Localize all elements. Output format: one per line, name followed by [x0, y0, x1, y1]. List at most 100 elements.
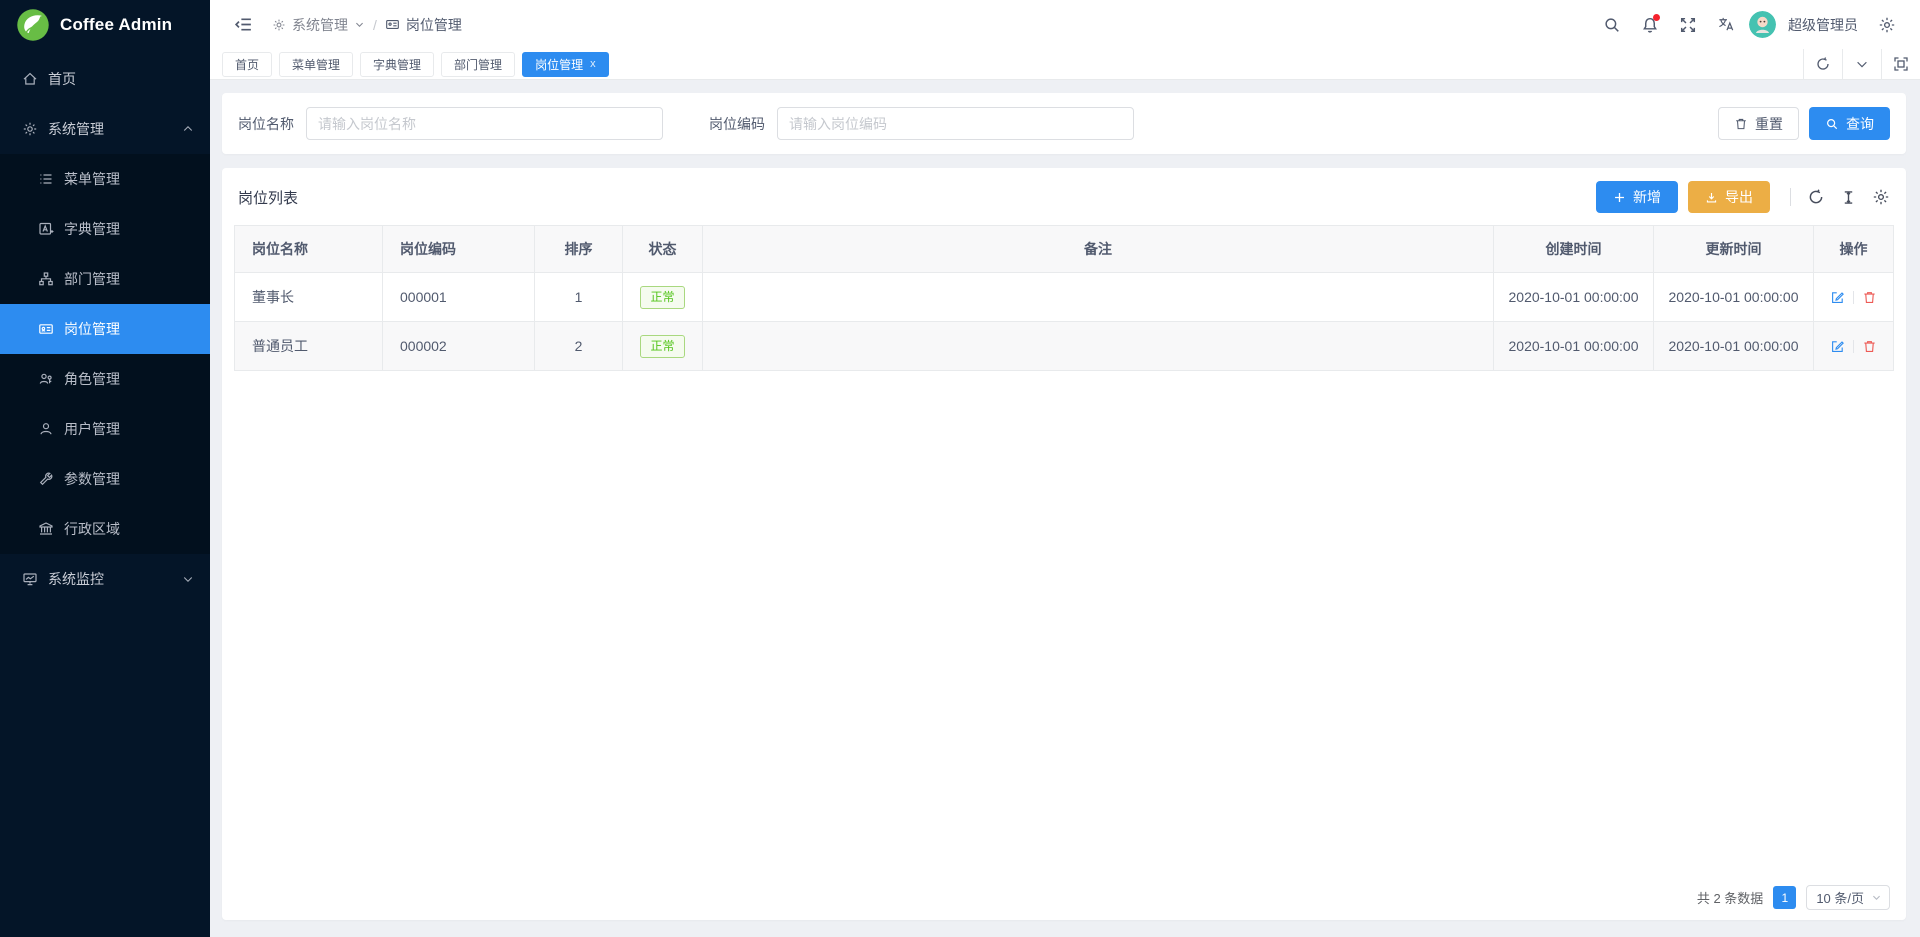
export-button[interactable]: 导出 — [1688, 181, 1770, 213]
tab-dict-management[interactable]: 字典管理 — [360, 52, 434, 77]
app-root: Coffee Admin 首页 系统管理 — [0, 0, 1920, 937]
sidebar-item-label: 首页 — [48, 69, 76, 89]
tabbar: 首页 菜单管理 字典管理 部门管理 岗位管理 x — [210, 49, 1920, 80]
toolbar-divider — [1790, 188, 1791, 206]
column-header-sort[interactable]: 排序 — [535, 226, 623, 273]
post-code-input[interactable] — [777, 107, 1134, 140]
monitor-icon — [22, 571, 38, 587]
sidebar-item-post-management[interactable]: 岗位管理 — [0, 304, 210, 354]
avatar[interactable] — [1749, 11, 1776, 38]
open-tabs: 首页 菜单管理 字典管理 部门管理 岗位管理 x — [222, 52, 1803, 77]
notification-badge — [1653, 14, 1660, 21]
page-size-value: 10 条/页 — [1816, 888, 1864, 907]
breadcrumb-separator: / — [373, 17, 377, 33]
column-header-status[interactable]: 状态 — [623, 226, 703, 273]
sidebar-item-system-monitor[interactable]: 系统监控 — [0, 554, 210, 604]
dictionary-icon — [38, 221, 54, 237]
wrench-icon — [38, 471, 54, 487]
search-icon[interactable] — [1597, 10, 1627, 40]
app-title: Coffee Admin — [60, 15, 172, 35]
sidebar-item-label: 岗位管理 — [64, 319, 120, 339]
org-tree-icon — [38, 271, 54, 287]
cell-post-name: 董事长 — [235, 273, 383, 322]
add-button[interactable]: 新增 — [1596, 181, 1678, 213]
tab-dept-management[interactable]: 部门管理 — [441, 52, 515, 77]
download-icon — [1705, 191, 1718, 204]
home-icon — [22, 71, 38, 87]
chevron-down-icon — [1871, 892, 1882, 903]
sidebar-item-label: 系统监控 — [48, 569, 104, 589]
sidebar-item-user-management[interactable]: 用户管理 — [0, 404, 210, 454]
sidebar-item-dict-management[interactable]: 字典管理 — [0, 204, 210, 254]
sidebar-item-system-management[interactable]: 系统管理 — [0, 104, 210, 154]
delete-icon[interactable] — [1862, 339, 1877, 354]
column-header-updated[interactable]: 更新时间 — [1654, 226, 1814, 273]
search-icon — [1825, 117, 1839, 131]
sidebar-item-admin-region[interactable]: 行政区域 — [0, 504, 210, 554]
tab-menu-management[interactable]: 菜单管理 — [279, 52, 353, 77]
cell-updated: 2020-10-01 00:00:00 — [1654, 273, 1814, 322]
breadcrumb-parent[interactable]: 系统管理 — [272, 15, 365, 35]
fullscreen-icon[interactable] — [1673, 10, 1703, 40]
sidebar-item-param-management[interactable]: 参数管理 — [0, 454, 210, 504]
table-header-row: 岗位名称 岗位编码 排序 状态 备注 创建时间 更新时间 操作 — [235, 226, 1894, 273]
status-badge: 正常 — [640, 335, 684, 358]
content-maximize-icon[interactable] — [1881, 49, 1920, 80]
query-button[interactable]: 查询 — [1809, 107, 1890, 140]
cell-status: 正常 — [623, 322, 703, 371]
tab-post-management[interactable]: 岗位管理 x — [522, 52, 609, 77]
bank-icon — [38, 521, 54, 537]
chevron-down-icon — [354, 19, 365, 30]
page-number-button[interactable]: 1 — [1773, 886, 1796, 909]
sidebar-item-home[interactable]: 首页 — [0, 54, 210, 104]
refresh-tab-icon[interactable] — [1803, 49, 1842, 80]
search-form-card: 岗位名称 岗位编码 重置 — [222, 93, 1906, 154]
table-wrapper: 岗位名称 岗位编码 排序 状态 备注 创建时间 更新时间 操作 — [222, 225, 1906, 371]
id-badge-icon — [385, 17, 400, 32]
post-name-input[interactable] — [306, 107, 663, 140]
edit-icon[interactable] — [1830, 339, 1845, 354]
sidebar-item-label: 参数管理 — [64, 469, 120, 489]
row-height-icon[interactable] — [1840, 189, 1857, 206]
refresh-table-icon[interactable] — [1807, 188, 1825, 206]
column-header-name[interactable]: 岗位名称 — [235, 226, 383, 273]
translate-icon[interactable] — [1711, 10, 1741, 40]
sidebar-item-label: 角色管理 — [64, 369, 120, 389]
cell-remark — [703, 273, 1494, 322]
sidebar-item-role-management[interactable]: 角色管理 — [0, 354, 210, 404]
reset-button[interactable]: 重置 — [1718, 107, 1799, 140]
edit-icon[interactable] — [1830, 290, 1845, 305]
cell-operation — [1814, 273, 1894, 322]
sidebar-item-label: 部门管理 — [64, 269, 120, 289]
card-actions: 新增 导出 — [1596, 181, 1890, 213]
current-user-name[interactable]: 超级管理员 — [1788, 15, 1858, 35]
chevron-up-icon — [182, 123, 194, 135]
column-settings-gear-icon[interactable] — [1872, 188, 1890, 206]
column-header-remark[interactable]: 备注 — [703, 226, 1494, 273]
post-code-form-item: 岗位编码 — [709, 107, 1134, 140]
query-button-label: 查询 — [1846, 114, 1874, 134]
menu-list-icon — [38, 171, 54, 187]
sidebar-collapse-icon[interactable] — [228, 10, 258, 40]
column-header-created[interactable]: 创建时间 — [1494, 226, 1654, 273]
cell-sort: 1 — [535, 273, 623, 322]
pagination-total: 共 2 条数据 — [1697, 888, 1763, 907]
sidebar-item-dept-management[interactable]: 部门管理 — [0, 254, 210, 304]
user-icon — [38, 421, 54, 437]
column-header-code[interactable]: 岗位编码 — [383, 226, 535, 273]
tab-home[interactable]: 首页 — [222, 52, 272, 77]
post-code-label: 岗位编码 — [709, 114, 765, 134]
page-size-select[interactable]: 10 条/页 — [1806, 885, 1890, 910]
notification-bell-icon[interactable] — [1635, 10, 1665, 40]
column-header-operation[interactable]: 操作 — [1814, 226, 1894, 273]
delete-icon[interactable] — [1862, 290, 1877, 305]
settings-gear-icon[interactable] — [1872, 10, 1902, 40]
operation-divider — [1853, 340, 1854, 353]
tab-label: 首页 — [235, 56, 259, 73]
plus-icon — [1613, 191, 1626, 204]
tab-options-chevron-icon[interactable] — [1842, 49, 1881, 80]
sidebar-item-menu-management[interactable]: 菜单管理 — [0, 154, 210, 204]
sidebar-item-label: 菜单管理 — [64, 169, 120, 189]
table-tools — [1807, 188, 1890, 206]
tab-close-icon[interactable]: x — [590, 58, 596, 70]
